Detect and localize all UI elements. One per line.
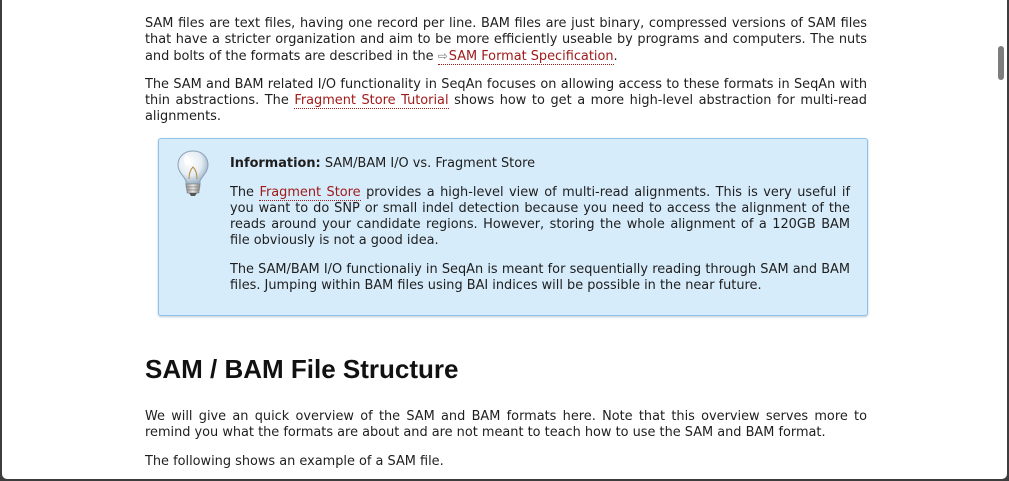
- section-heading: SAM / BAM File Structure: [145, 354, 459, 384]
- browser-viewport: . SAM files are text files, having one r…: [2, 0, 1007, 479]
- section-p2-text: The following shows an example of a SAM …: [145, 454, 444, 469]
- clipped-previous-line: .: [145, 0, 149, 6]
- fragment-store-tutorial-link[interactable]: Fragment Store Tutorial: [294, 93, 449, 109]
- information-heading: SAM/BAM I/O vs. Fragment Store: [324, 156, 536, 171]
- information-paragraph-2: The SAM/BAM I/O functionaliy in SeqAn is…: [230, 262, 850, 293]
- information-content: Information: SAM/BAM I/O vs. Fragment St…: [230, 156, 850, 294]
- intro-p1-end: .: [613, 49, 618, 64]
- information-paragraph-1: The Fragment Store provides a high-level…: [230, 185, 850, 249]
- scrollbar-thumb[interactable]: [998, 46, 1004, 80]
- information-label: Information:: [230, 156, 321, 171]
- section-p1-text: We will give an quick overview of the SA…: [145, 409, 867, 440]
- information-title: Information: SAM/BAM I/O vs. Fragment St…: [230, 156, 850, 172]
- vertical-scrollbar[interactable]: [995, 0, 1007, 479]
- information-box: Information: SAM/BAM I/O vs. Fragment St…: [158, 138, 868, 316]
- lightbulb-icon: [177, 150, 209, 196]
- fragment-store-link[interactable]: Fragment Store: [259, 185, 361, 201]
- sam-spec-link[interactable]: ⇨SAM Format Specification: [437, 49, 614, 65]
- sam-spec-link-label: SAM Format Specification: [448, 49, 614, 64]
- section-paragraph-1: We will give an quick overview of the SA…: [145, 409, 867, 441]
- intro-paragraph-1: SAM files are text files, having one rec…: [145, 16, 867, 65]
- intro-paragraph-2: The SAM and BAM related I/O functionalit…: [145, 77, 867, 125]
- info-p1-before: The: [230, 185, 260, 200]
- external-link-icon: ⇨: [437, 49, 448, 63]
- section-paragraph-2: The following shows an example of a SAM …: [145, 454, 867, 470]
